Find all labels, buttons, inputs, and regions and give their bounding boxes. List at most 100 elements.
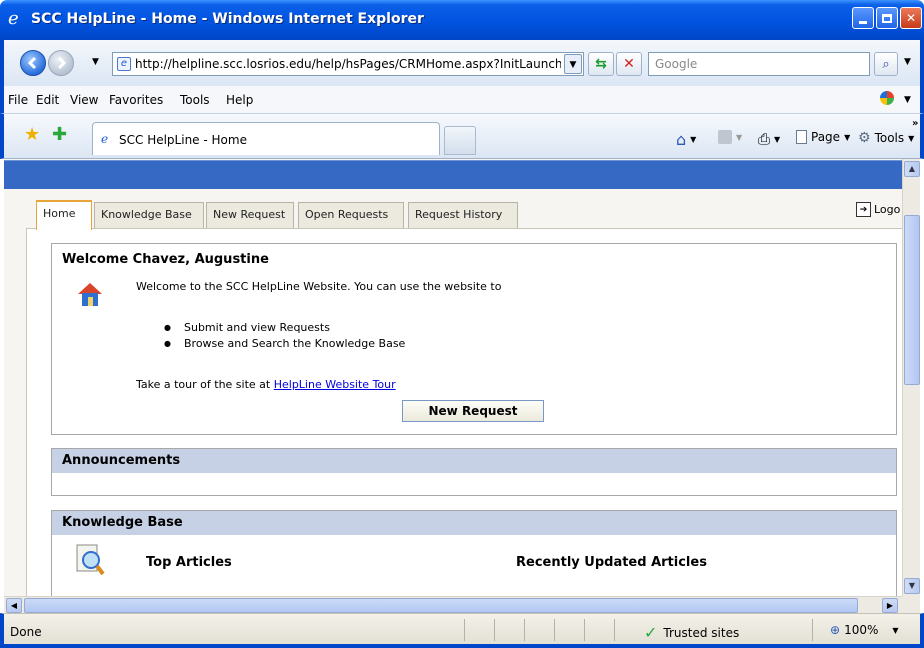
zoom-control[interactable]: ⊕ 100% ▼ bbox=[830, 623, 899, 637]
print-button[interactable]: ⎙ ▼ bbox=[758, 130, 780, 148]
favorites-star-icon[interactable]: ★ bbox=[24, 124, 40, 145]
tour-text: Take a tour of the site at HelpLine Webs… bbox=[136, 378, 396, 391]
checkmark-icon: ✓ bbox=[644, 623, 658, 642]
status-divider bbox=[524, 619, 525, 641]
zoom-icon: ⊕ bbox=[830, 623, 841, 637]
search-icon: ⌕ bbox=[882, 56, 890, 72]
zoom-level: 100% bbox=[844, 623, 879, 637]
welcome-bullet-list: Submit and view Requests Browse and Sear… bbox=[164, 320, 405, 352]
vertical-scroll-thumb[interactable] bbox=[904, 215, 920, 385]
status-divider bbox=[584, 619, 585, 641]
tab-knowledge-base-label: Knowledge Base bbox=[101, 208, 192, 221]
magnifier-document-icon bbox=[74, 543, 106, 580]
knowledge-base-header: Knowledge Base bbox=[52, 511, 896, 535]
window-title-bar[interactable]: e SCC HelpLine - Home - Windows Internet… bbox=[0, 0, 924, 40]
toolbar-overflow-icon[interactable]: » bbox=[912, 118, 918, 129]
search-button[interactable]: ⌕ bbox=[874, 52, 898, 76]
horizontal-scrollbar[interactable]: ◀ ▶ bbox=[4, 596, 902, 613]
tools-menu-button[interactable]: ⚙ Tools ▼ bbox=[858, 130, 914, 146]
new-request-button[interactable]: New Request bbox=[402, 400, 544, 422]
refresh-icon: ⇆ bbox=[595, 56, 607, 72]
menu-view[interactable]: View bbox=[70, 93, 98, 107]
gear-icon: ⚙ bbox=[858, 130, 871, 146]
address-bar[interactable]: e http://helpline.scc.losrios.edu/help/h… bbox=[112, 52, 584, 76]
feeds-button[interactable]: ▼ bbox=[718, 130, 742, 144]
home-content-panel: Welcome Chavez, Augustine Welcome to the… bbox=[26, 228, 902, 596]
scroll-right-icon[interactable]: ▶ bbox=[882, 598, 898, 613]
recently-updated-title: Recently Updated Articles bbox=[516, 555, 707, 570]
search-input[interactable]: Google bbox=[648, 52, 870, 76]
page-viewport: Home Knowledge Base New Request Open Req… bbox=[4, 159, 902, 596]
tab-open-requests[interactable]: Open Requests bbox=[298, 202, 404, 228]
menu-edit[interactable]: Edit bbox=[36, 93, 59, 107]
security-zone-label: Trusted sites bbox=[663, 625, 740, 640]
new-tab-button[interactable] bbox=[444, 126, 476, 155]
forward-arrow-icon bbox=[57, 56, 67, 70]
minimize-icon bbox=[859, 20, 867, 24]
tour-link[interactable]: HelpLine Website Tour bbox=[274, 378, 396, 391]
menu-tools[interactable]: Tools bbox=[180, 93, 210, 107]
knowledge-base-box: Knowledge Base Top Articles Recently Upd… bbox=[51, 510, 897, 596]
tab-home[interactable]: Home bbox=[36, 200, 92, 230]
welcome-box: Welcome Chavez, Augustine Welcome to the… bbox=[51, 243, 897, 435]
page-banner bbox=[4, 160, 902, 189]
address-dropdown-icon[interactable]: ▼ bbox=[564, 54, 582, 74]
home-button[interactable]: ⌂ ▼ bbox=[676, 130, 696, 149]
close-button[interactable]: ✕ bbox=[900, 7, 922, 29]
security-zone[interactable]: ✓ Trusted sites bbox=[644, 623, 739, 642]
add-favorite-icon[interactable]: ✚ bbox=[52, 124, 67, 145]
stop-button[interactable]: ✕ bbox=[616, 52, 642, 76]
minimize-button[interactable] bbox=[852, 7, 874, 29]
tab-knowledge-base[interactable]: Knowledge Base bbox=[94, 202, 204, 228]
zoom-dropdown-icon: ▼ bbox=[892, 625, 899, 635]
tab-request-history-label: Request History bbox=[415, 208, 503, 221]
home-dropdown-icon: ▼ bbox=[690, 135, 697, 144]
top-articles-title: Top Articles bbox=[146, 555, 232, 570]
menu-file[interactable]: File bbox=[8, 93, 28, 107]
windows-logo-dropdown-icon[interactable]: ▼ bbox=[904, 95, 911, 105]
list-item: Browse and Search the Knowledge Base bbox=[164, 336, 405, 352]
tools-menu-label: Tools bbox=[874, 131, 905, 145]
refresh-button[interactable]: ⇆ bbox=[588, 52, 614, 76]
scroll-left-icon[interactable]: ◀ bbox=[6, 598, 22, 613]
page-dropdown-icon: ▼ bbox=[844, 132, 851, 142]
forward-button[interactable] bbox=[48, 50, 74, 76]
logout-icon: ➔ bbox=[856, 202, 871, 217]
status-divider bbox=[614, 619, 615, 641]
close-icon: ✕ bbox=[905, 11, 917, 25]
horizontal-scroll-thumb[interactable] bbox=[24, 598, 858, 613]
page-menu-button[interactable]: Page ▼ bbox=[796, 130, 850, 144]
home-icon: ⌂ bbox=[676, 130, 687, 149]
tab-new-request[interactable]: New Request bbox=[206, 202, 294, 228]
browser-tab-active[interactable]: e SCC HelpLine - Home bbox=[92, 122, 440, 155]
back-button[interactable] bbox=[20, 50, 46, 76]
scroll-down-icon[interactable]: ▼ bbox=[904, 578, 920, 594]
feeds-dropdown-icon: ▼ bbox=[736, 132, 743, 142]
page-icon bbox=[796, 130, 807, 144]
scroll-up-icon[interactable]: ▲ bbox=[904, 161, 920, 177]
logout-link[interactable]: ➔ Logo bbox=[856, 202, 900, 217]
tools-dropdown-icon: ▼ bbox=[908, 133, 915, 143]
tab-open-requests-label: Open Requests bbox=[305, 208, 389, 221]
vertical-scrollbar[interactable]: ▲ ▼ bbox=[902, 159, 920, 596]
status-divider bbox=[812, 619, 813, 641]
search-options-icon[interactable]: ▼ bbox=[904, 57, 911, 67]
status-bar: Done ✓ Trusted sites ⊕ 100% ▼ bbox=[0, 613, 924, 648]
welcome-title: Welcome Chavez, Augustine bbox=[62, 252, 269, 267]
history-dropdown-icon[interactable]: ▼ bbox=[92, 57, 99, 67]
page-menu-label: Page bbox=[811, 130, 841, 144]
address-url: http://helpline.scc.losrios.edu/help/hsP… bbox=[135, 57, 561, 71]
menu-bar: File Edit View Favorites Tools Help ▼ bbox=[0, 86, 924, 114]
svg-text:e: e bbox=[8, 8, 19, 28]
print-icon: ⎙ bbox=[758, 130, 771, 148]
list-item: Submit and view Requests bbox=[164, 320, 405, 336]
tour-prefix: Take a tour of the site at bbox=[136, 378, 274, 391]
menu-help[interactable]: Help bbox=[226, 93, 253, 107]
tab-request-history[interactable]: Request History bbox=[408, 202, 518, 228]
rss-feed-icon bbox=[718, 130, 732, 144]
maximize-button[interactable] bbox=[876, 7, 898, 29]
page-favicon-icon: e bbox=[117, 57, 131, 71]
maximize-icon bbox=[882, 13, 892, 23]
tab-home-label: Home bbox=[43, 207, 76, 220]
menu-favorites[interactable]: Favorites bbox=[109, 93, 163, 107]
